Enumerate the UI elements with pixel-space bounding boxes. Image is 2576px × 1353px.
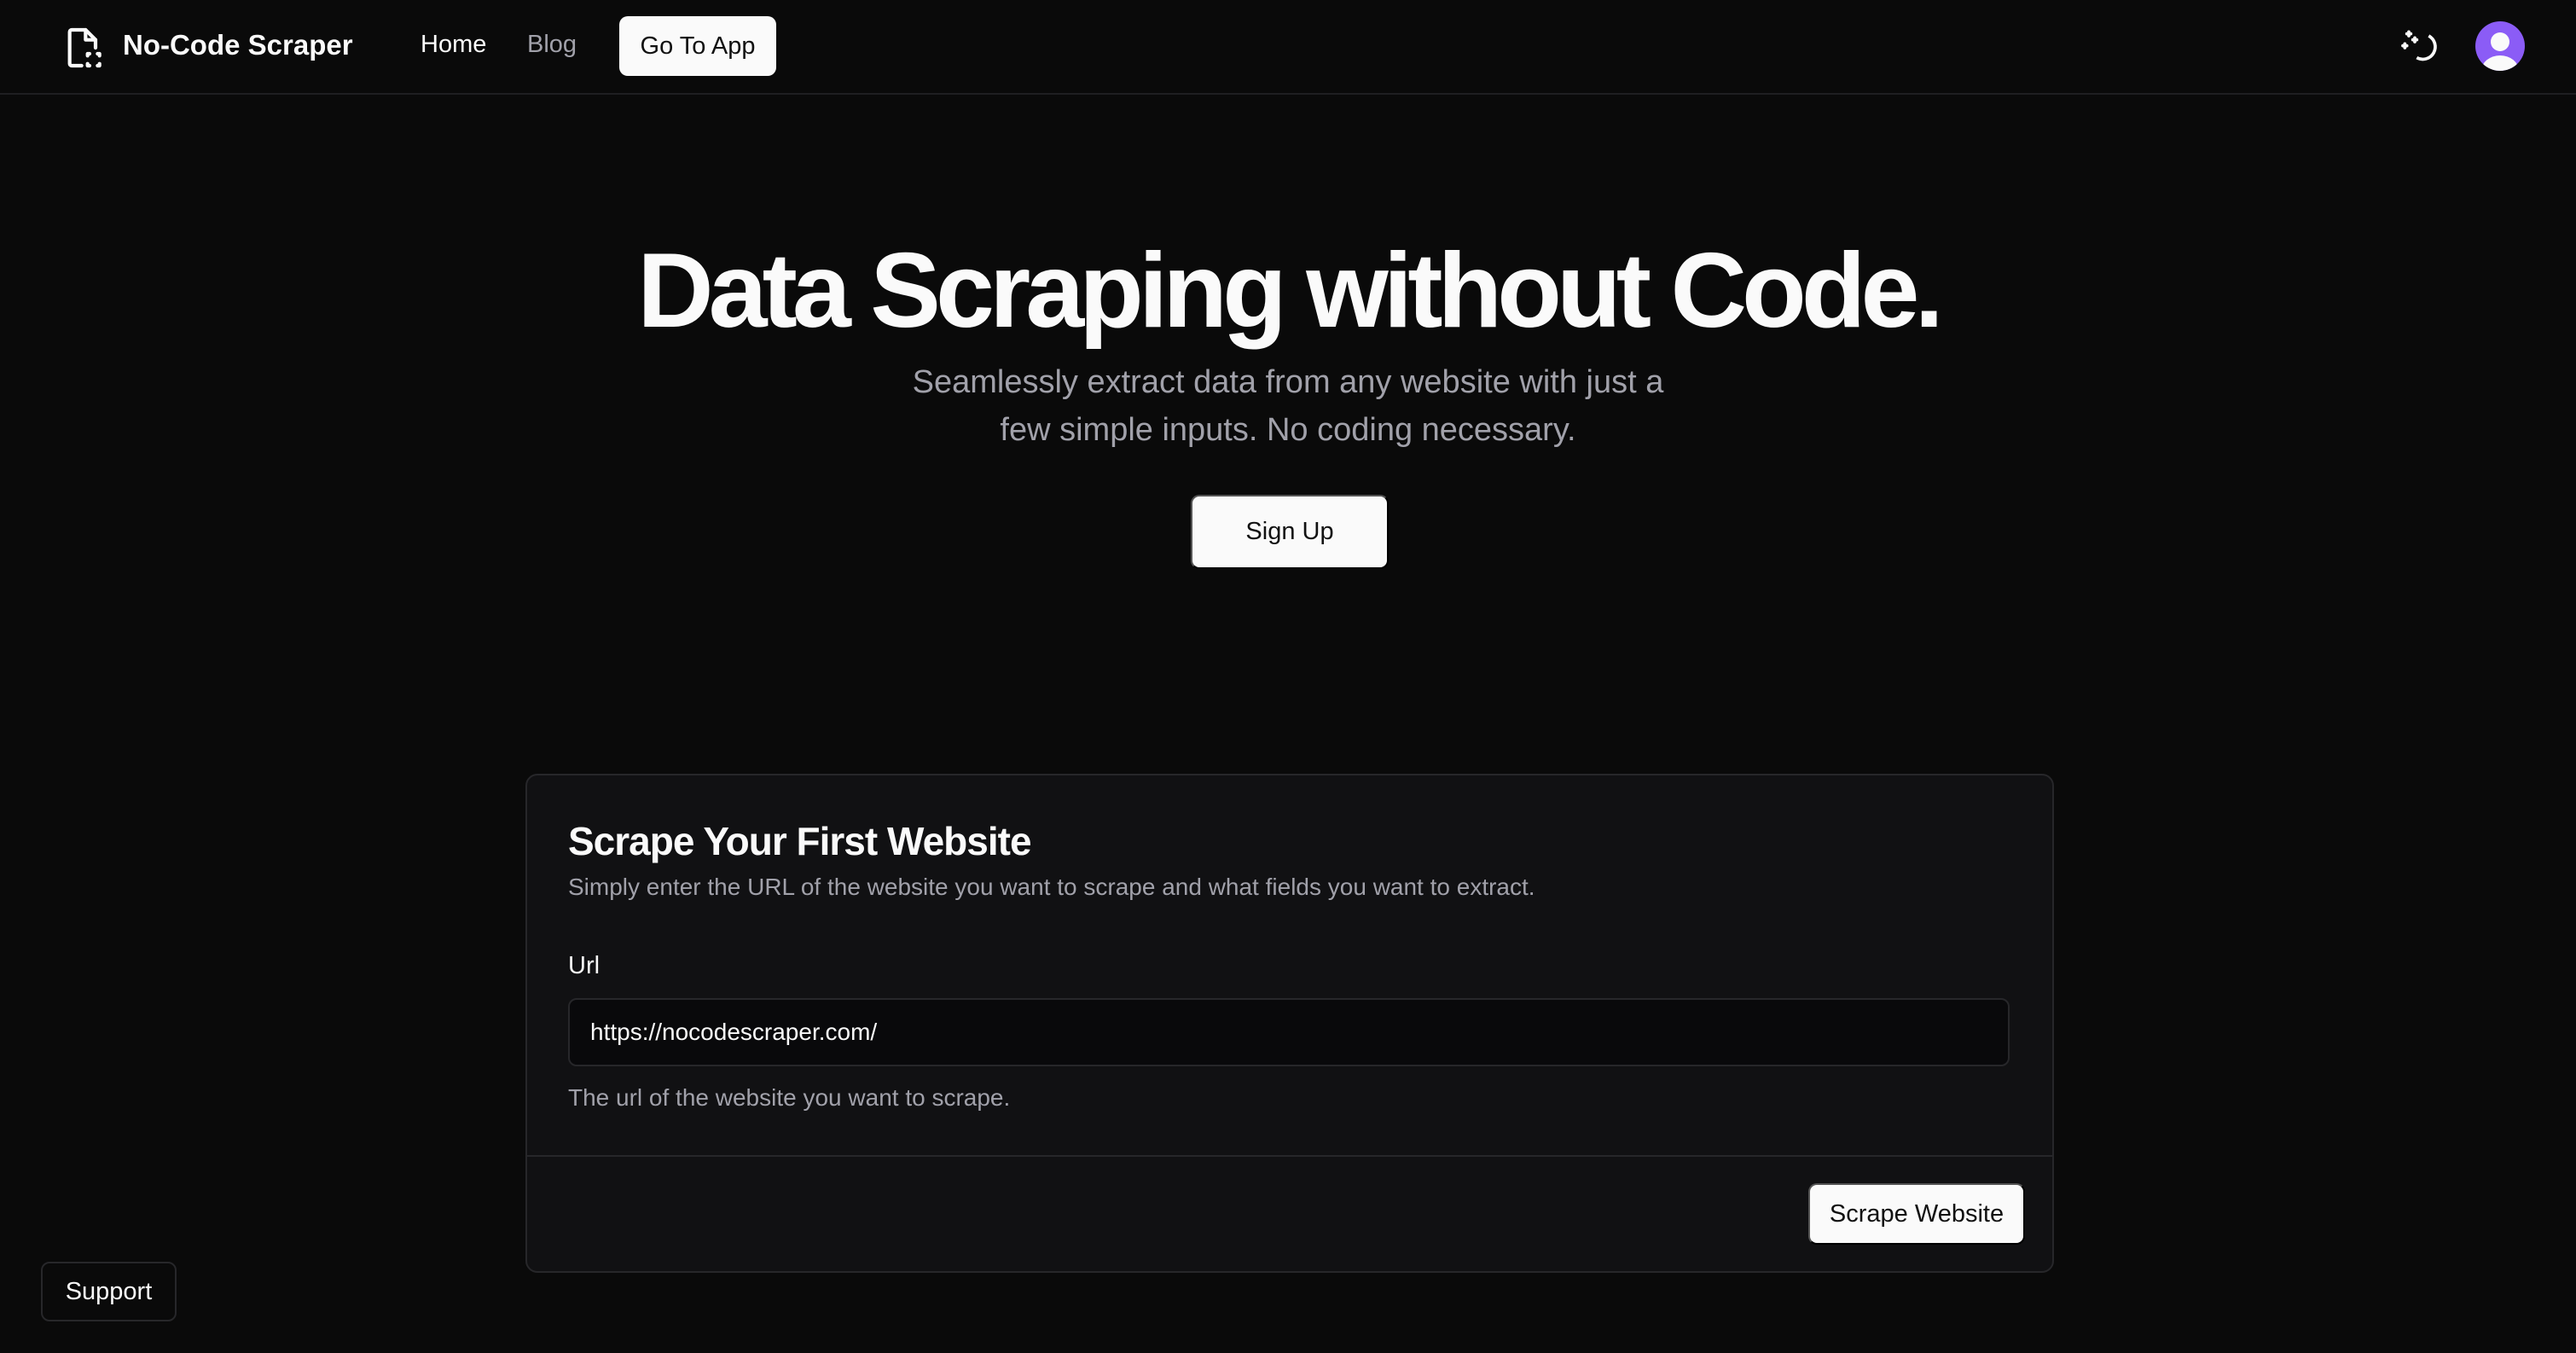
scrape-card: Scrape Your First Website Simply enter t… — [525, 774, 2054, 1273]
user-avatar[interactable] — [2475, 21, 2525, 71]
file-scan-icon[interactable] — [60, 24, 107, 72]
hero-subtitle: Seamlessly extract data from any website… — [912, 364, 1664, 448]
card-divider — [527, 1155, 2052, 1157]
url-input[interactable] — [568, 998, 2010, 1066]
card-title: Scrape Your First Website — [568, 819, 1032, 863]
nav-link-blog[interactable]: Blog — [527, 31, 577, 59]
hero-title: Data Scraping without Code. — [637, 232, 1944, 350]
top-nav: No-Code Scraper Home Blog Go To App — [0, 0, 2576, 95]
card-description: Simply enter the URL of the website you … — [568, 874, 1535, 900]
brand-name[interactable]: No-Code Scraper — [123, 29, 353, 61]
support-button[interactable]: Support — [41, 1262, 177, 1321]
go-to-app-button[interactable]: Go To App — [619, 16, 776, 76]
user-avatar-icon — [2481, 32, 2519, 71]
url-label: Url — [568, 952, 600, 979]
theme-moon-icon[interactable] — [2397, 24, 2445, 72]
sign-up-button[interactable]: Sign Up — [1191, 495, 1389, 569]
url-helper-text: The url of the website you want to scrap… — [568, 1084, 1011, 1111]
nav-link-home[interactable]: Home — [421, 31, 486, 59]
scrape-website-button[interactable]: Scrape Website — [1808, 1183, 2025, 1245]
